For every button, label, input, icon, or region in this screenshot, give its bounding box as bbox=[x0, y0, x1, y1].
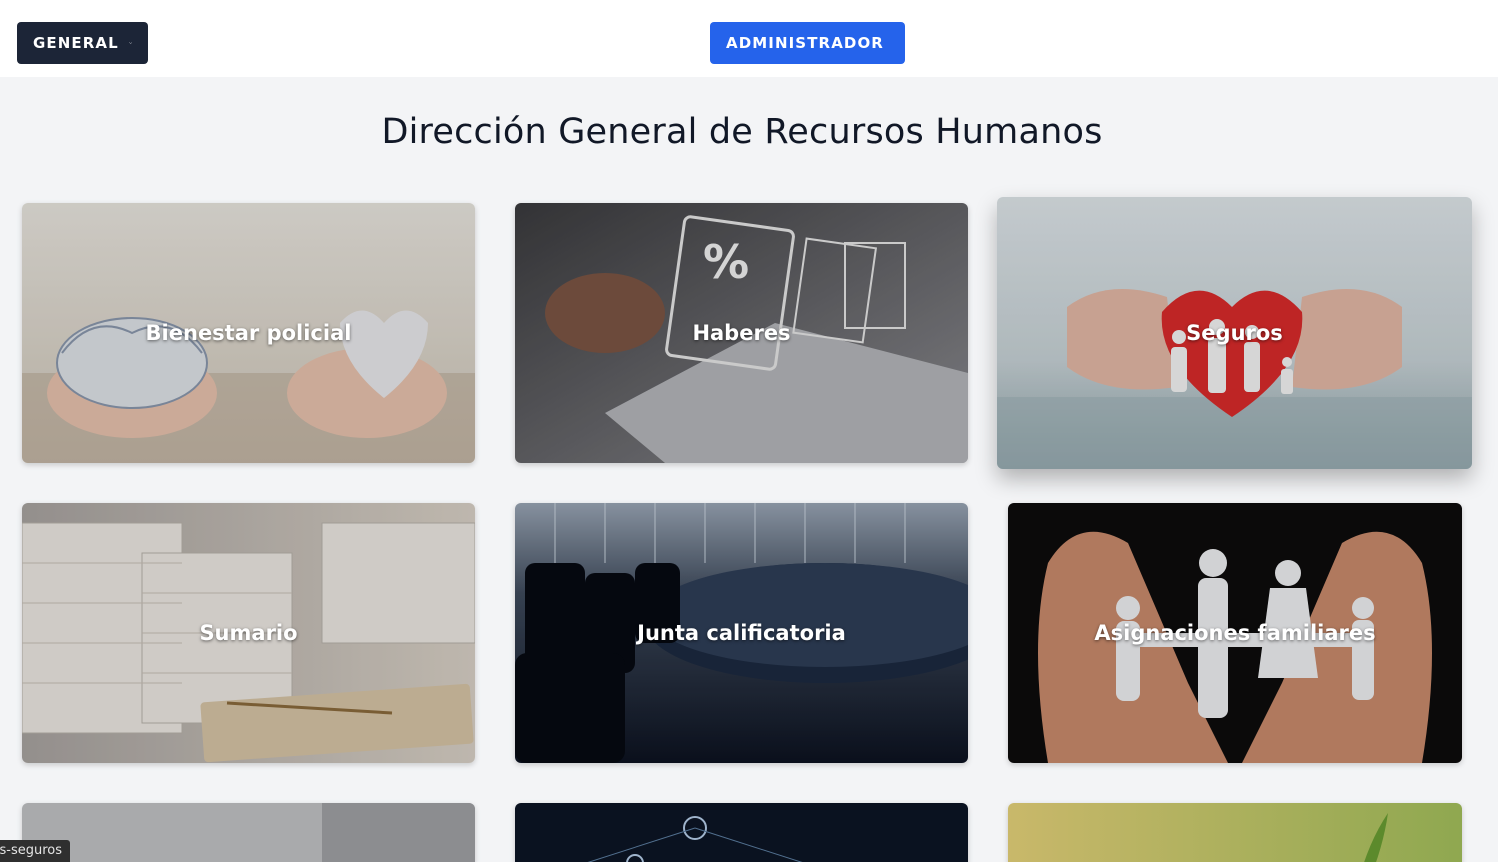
card-haberes[interactable]: % Haberes bbox=[515, 203, 968, 463]
card-label: Haberes bbox=[692, 321, 791, 345]
card-row3-3[interactable] bbox=[1008, 803, 1462, 862]
card-label: Seguros bbox=[1186, 321, 1283, 345]
card-junta-calificatoria[interactable]: Junta calificatoria bbox=[515, 503, 968, 763]
general-menu-label: GENERAL bbox=[33, 34, 119, 52]
card-sumario[interactable]: Sumario bbox=[22, 503, 475, 763]
card-label: Asignaciones familiares bbox=[1094, 621, 1376, 645]
card-image-partial-plant bbox=[1008, 803, 1462, 862]
top-nav-bar: GENERAL ADMINISTRADOR bbox=[0, 0, 1498, 77]
administrador-menu-label: ADMINISTRADOR bbox=[726, 34, 884, 52]
card-row3-1[interactable] bbox=[22, 803, 475, 862]
card-asignaciones-familiares[interactable]: Asignaciones familiares bbox=[1008, 503, 1462, 763]
card-label: Bienestar policial bbox=[145, 321, 352, 345]
card-bienestar-policial[interactable]: Bienestar policial bbox=[22, 203, 475, 463]
link-preview-tooltip: s-seguros bbox=[0, 840, 70, 862]
page-title: Dirección General de Recursos Humanos bbox=[381, 112, 1103, 152]
card-image-partial-grey bbox=[22, 803, 475, 862]
administrador-menu-button[interactable]: ADMINISTRADOR bbox=[710, 22, 905, 64]
link-preview-text: s-seguros bbox=[0, 843, 62, 858]
card-seguros[interactable]: Seguros bbox=[997, 197, 1472, 469]
card-image-partial-network bbox=[515, 803, 968, 862]
general-menu-button[interactable]: GENERAL bbox=[17, 22, 148, 64]
card-label: Sumario bbox=[199, 621, 298, 645]
card-label: Junta calificatoria bbox=[637, 621, 846, 645]
card-row3-2[interactable] bbox=[515, 803, 968, 862]
chevron-down-icon bbox=[128, 42, 132, 44]
